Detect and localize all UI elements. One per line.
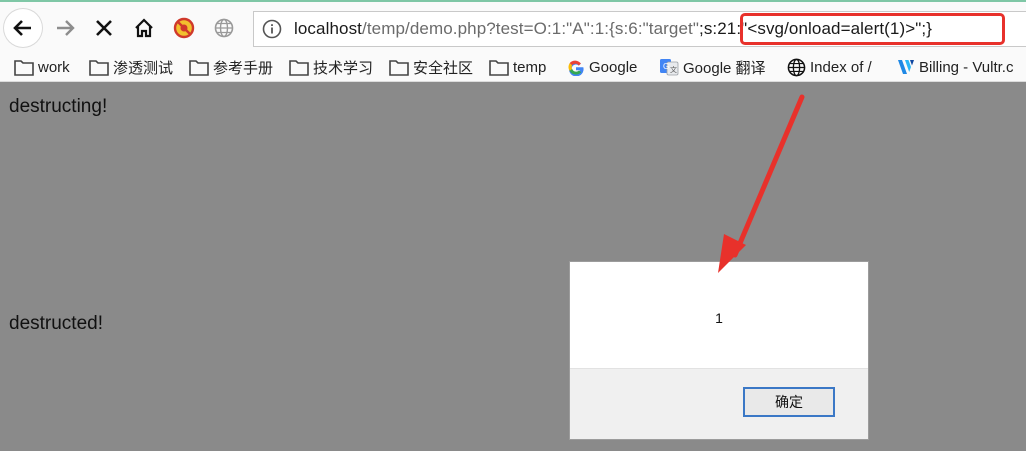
bookmark-label: 技术学习 bbox=[313, 59, 374, 77]
bookmark-google[interactable]: Google bbox=[567, 56, 637, 78]
bookmark-label: 安全社区 bbox=[413, 59, 474, 77]
bookmark-index-of[interactable]: Index of / bbox=[787, 56, 872, 78]
alert-message: 1 bbox=[715, 310, 723, 326]
home-icon bbox=[135, 18, 153, 38]
bookmark-temp[interactable]: temp bbox=[489, 56, 546, 78]
svg-text:G: G bbox=[663, 62, 669, 71]
url-path: /temp/demo.php?test=O:1:"A":1:{s:6:"targ… bbox=[362, 19, 699, 38]
folder-icon bbox=[489, 59, 509, 76]
bookmark-work[interactable]: work bbox=[14, 56, 70, 78]
back-button[interactable] bbox=[3, 8, 43, 48]
bookmark-google-translate[interactable]: G文 Google 翻译 bbox=[659, 56, 766, 78]
bookmark-label: 渗透测试 bbox=[113, 59, 174, 77]
ok-button[interactable]: 确定 bbox=[743, 387, 835, 417]
destructed-text: destructed! bbox=[9, 313, 103, 334]
stop-icon bbox=[96, 20, 112, 36]
globe-icon bbox=[214, 18, 234, 38]
bookmark-label: 参考手册 bbox=[213, 59, 274, 77]
forward-arrow-icon bbox=[57, 20, 75, 36]
browser-toolbar: localhost/temp/demo.php?test=O:1:"A":1:{… bbox=[0, 2, 1026, 52]
bookmark-label: temp bbox=[513, 58, 547, 76]
stop-button[interactable] bbox=[84, 8, 124, 48]
bookmark-pentest[interactable]: 渗透测试 bbox=[89, 56, 173, 78]
bookmarks-bar: work 渗透测试 参考手册 技术学习 安全社区 temp Google G文 … bbox=[0, 52, 1026, 82]
folder-icon bbox=[89, 59, 109, 76]
bookmark-security-community[interactable]: 安全社区 bbox=[389, 56, 473, 78]
bookmark-reference[interactable]: 参考手册 bbox=[189, 56, 273, 78]
folder-icon bbox=[189, 59, 209, 76]
bookmark-label: Google bbox=[589, 58, 638, 76]
globe-extension-button[interactable] bbox=[204, 8, 244, 48]
alert-dialog: 1 确定 bbox=[569, 261, 869, 440]
destructing-text: destructing! bbox=[9, 96, 108, 117]
info-icon[interactable] bbox=[262, 19, 282, 39]
address-bar[interactable]: localhost/temp/demo.php?test=O:1:"A":1:{… bbox=[253, 11, 1026, 47]
alert-dialog-footer: 确定 bbox=[570, 368, 868, 439]
page-content: destructing! destructed! bbox=[0, 82, 1026, 451]
svg-text:文: 文 bbox=[670, 65, 677, 74]
extension-icon bbox=[173, 17, 195, 39]
folder-icon bbox=[289, 59, 309, 76]
bookmark-label: Billing - Vultr.c bbox=[919, 58, 1014, 76]
google-icon bbox=[568, 60, 584, 76]
url-host: localhost bbox=[294, 19, 362, 38]
home-button[interactable] bbox=[124, 8, 164, 48]
bookmark-label: work bbox=[38, 58, 70, 76]
google-translate-icon: G文 bbox=[660, 59, 679, 76]
globe-icon bbox=[787, 58, 806, 76]
forward-button[interactable] bbox=[45, 8, 85, 48]
back-arrow-icon bbox=[13, 20, 31, 36]
bookmark-label: Index of / bbox=[810, 58, 872, 76]
folder-icon bbox=[14, 59, 34, 76]
bookmark-label: Google 翻译 bbox=[683, 59, 766, 77]
folder-icon bbox=[389, 59, 409, 76]
vultr-icon bbox=[898, 60, 914, 74]
bookmark-tech-learning[interactable]: 技术学习 bbox=[289, 56, 373, 78]
red-highlight-box bbox=[740, 13, 1005, 45]
extension-button[interactable] bbox=[164, 8, 204, 48]
bookmark-vultr-billing[interactable]: Billing - Vultr.c bbox=[897, 56, 1013, 78]
